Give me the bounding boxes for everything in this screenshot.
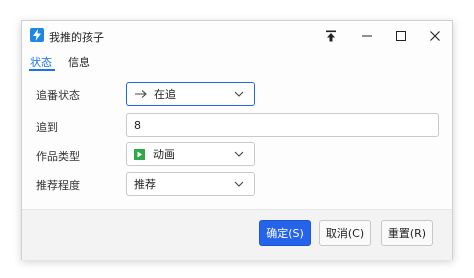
type-value: 动画	[153, 148, 175, 161]
window-title: 我推的孩子	[49, 31, 104, 44]
type-select[interactable]: 动画	[126, 142, 255, 166]
arrow-right-icon	[134, 89, 148, 99]
rating-value: 推荐	[134, 178, 156, 191]
maximize-icon	[396, 31, 406, 41]
progress-label: 追到	[36, 121, 58, 134]
status-value: 在追	[154, 88, 176, 101]
chevron-down-icon	[232, 87, 246, 101]
form-area: 追番状态 在追 追到 8 作品类型 动画 推荐程度 推荐	[22, 73, 452, 209]
rating-select[interactable]: 推荐	[126, 172, 255, 196]
app-lightning-icon	[30, 28, 44, 42]
rating-label: 推荐程度	[36, 179, 80, 192]
progress-input[interactable]: 8	[126, 113, 439, 137]
maximize-button[interactable]	[386, 25, 416, 47]
tab-status[interactable]: 状态	[30, 54, 52, 70]
tab-info[interactable]: 信息	[68, 54, 90, 70]
chevron-down-icon	[232, 177, 246, 191]
close-icon	[430, 31, 440, 41]
chevron-down-icon	[232, 147, 246, 161]
tab-bar: 状态 信息	[22, 51, 452, 71]
active-tab-indicator	[29, 69, 55, 71]
title-bar[interactable]: 我推的孩子	[22, 21, 452, 51]
status-select[interactable]: 在追	[126, 82, 255, 106]
dialog-window: 我推的孩子 状态 信息 追番状态 在追 追到 8 作品类型 动画 推荐程度 推荐…	[21, 20, 453, 260]
cancel-button[interactable]: 取消(C)	[319, 220, 371, 246]
minimize-icon	[362, 35, 372, 37]
ok-button[interactable]: 确定(S)	[259, 220, 311, 246]
play-icon	[134, 148, 145, 160]
pin-top-icon	[326, 30, 336, 42]
type-label: 作品类型	[36, 150, 80, 163]
dialog-footer: 确定(S) 取消(C) 重置(R)	[22, 210, 452, 260]
minimize-button[interactable]	[352, 25, 382, 47]
close-button[interactable]	[420, 25, 450, 47]
pin-on-top-button[interactable]	[316, 25, 346, 47]
reset-button[interactable]: 重置(R)	[381, 220, 433, 246]
progress-value: 8	[134, 118, 141, 132]
status-label: 追番状态	[36, 89, 80, 102]
